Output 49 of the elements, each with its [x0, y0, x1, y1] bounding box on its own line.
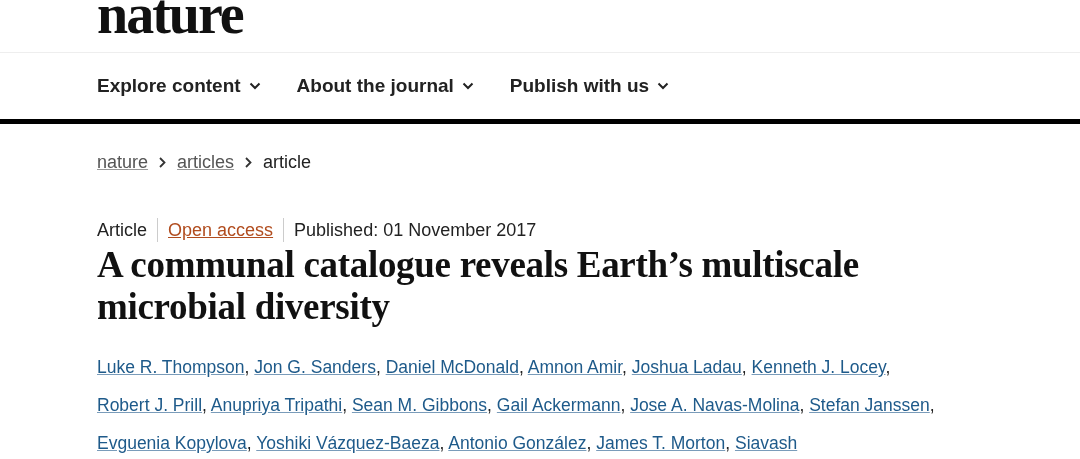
open-access-link[interactable]: Open access: [157, 218, 284, 242]
author-link[interactable]: Gail Ackermann: [496, 395, 621, 415]
author-link[interactable]: Anupriya Tripathi: [210, 395, 343, 415]
author-link[interactable]: Stefan Janssen: [809, 395, 930, 415]
comma: ,: [487, 395, 492, 415]
comma: ,: [741, 357, 747, 377]
comma: ,: [202, 395, 207, 415]
comma: ,: [518, 357, 524, 377]
author-link[interactable]: James T. Morton: [596, 433, 726, 453]
comma: ,: [246, 433, 252, 453]
author-link[interactable]: Robert J. Prill: [97, 395, 203, 415]
publish-date: Published: 01 November 2017: [283, 218, 547, 242]
chevron-down-icon: [657, 82, 670, 90]
comma: ,: [799, 395, 805, 415]
breadcrumb-link[interactable]: nature: [97, 151, 149, 173]
chevron-right-icon: [159, 156, 167, 168]
author-link[interactable]: Sean M. Gibbons: [351, 395, 488, 415]
comma: ,: [439, 433, 445, 453]
nav-menu-item[interactable]: Explore content: [97, 75, 261, 97]
article-title: A communal catalogue reveals Earth’s multiscale microbial diversity: [97, 244, 860, 328]
comma: ,: [244, 357, 250, 377]
author-link[interactable]: Jose A. Navas-Molina: [630, 395, 800, 415]
author-link[interactable]: Antonio González: [448, 433, 587, 453]
author-link[interactable]: Daniel McDonald: [385, 357, 519, 377]
comma: ,: [375, 357, 381, 377]
author-link[interactable]: Jon G. Sanders: [254, 357, 376, 377]
author-link[interactable]: Evguenia Kopylova: [97, 433, 247, 453]
nav-menu-item[interactable]: About the journal: [296, 75, 474, 97]
author-link[interactable]: Joshua Ladau: [631, 357, 742, 377]
comma: ,: [885, 357, 891, 377]
comma: ,: [620, 395, 626, 415]
breadcrumb-current: article: [263, 151, 312, 173]
comma: ,: [725, 433, 731, 453]
breadcrumb-link[interactable]: articles: [177, 151, 235, 173]
author-link[interactable]: Kenneth J. Locey: [751, 357, 886, 377]
comma: ,: [929, 395, 935, 415]
author-link[interactable]: Luke R. Thompson: [97, 357, 245, 377]
site-logo[interactable]: nature: [97, 0, 243, 42]
chevron-down-icon: [461, 82, 474, 90]
comma: ,: [586, 433, 592, 453]
author-link[interactable]: Amnon Amir: [527, 357, 623, 377]
nav-menu-item[interactable]: Publish with us: [509, 75, 670, 97]
chevron-down-icon: [248, 82, 261, 90]
article-type: Article: [97, 219, 148, 242]
comma: ,: [622, 357, 627, 377]
author-link[interactable]: Yoshiki Vázquez-Baeza: [256, 433, 440, 453]
comma: ,: [342, 395, 347, 415]
chevron-right-icon: [245, 156, 253, 168]
author-link[interactable]: Siavash: [734, 433, 798, 453]
